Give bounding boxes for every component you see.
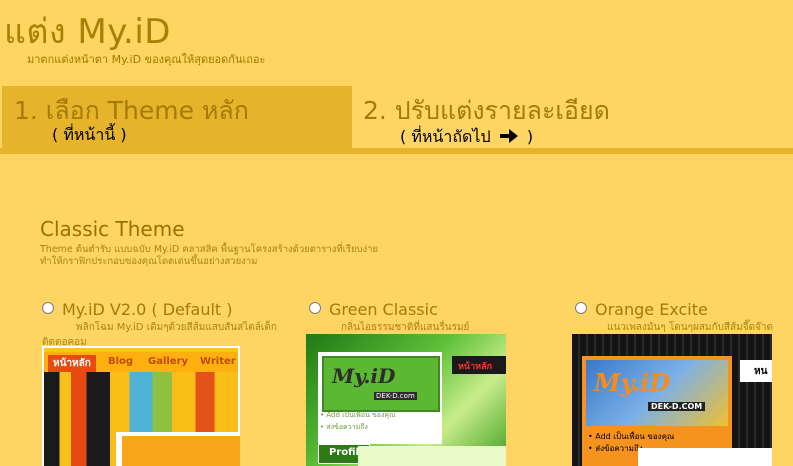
thumbnail-panel-inner — [122, 436, 240, 466]
step-1-subtitle: ( ที่หน้านี้ ) — [52, 125, 127, 144]
step-1: 1. เลือก Theme หลัก ( ที่หน้านี้ ) — [2, 86, 352, 154]
theme-desc-green-classic: กลิ่นไอธรรมชาติที่แสนรื่นรมย์ — [341, 322, 470, 333]
thumbnail-nav-writer: Writer — [200, 356, 236, 367]
theme-desc-orange-excite: แนวเพลงมันๆ โดนๆผสมกับสีส้มจี๊ดจ๊าด — [607, 322, 774, 333]
thumbnail-logo-sub: DEK-D.com — [374, 392, 417, 400]
theme-thumbnail-green-classic[interactable]: My.iD DEK-D.com หน้าหลัก • Add เป็นเพื่อ… — [306, 334, 506, 466]
thumbnail-bottom-panel — [638, 448, 772, 466]
thumbnail-nav-gallery: Gallery — [148, 356, 189, 367]
thumbnail-mini-header-text: หน้าหลัก — [458, 362, 493, 372]
thumbnail-logo-sub: DEK-D.COM — [648, 402, 706, 411]
thumbnail-link-1: • Add เป็นเพื่อน ของคุณ — [320, 411, 396, 419]
thumbnail-link-2: • ส่งข้อความถึง — [320, 423, 368, 431]
theme-radio-default[interactable] — [42, 302, 54, 314]
theme-thumbnail-default[interactable]: หน้าหลัก Blog Gallery Writer — [42, 346, 240, 466]
thumbnail-logo-box: My.iD DEK-D.com — [322, 356, 440, 412]
step-2-subtitle-text: ( ที่หน้าถัดไป — [400, 127, 491, 146]
thumbnail-logo: My.iD — [594, 368, 671, 397]
thumbnail-mini-header-text: หน — [754, 366, 768, 377]
theme-name-green-classic[interactable]: Green Classic — [329, 300, 438, 319]
thumbnail-panel — [116, 432, 240, 466]
theme-radio-orange-excite[interactable] — [575, 302, 587, 314]
section-description: Theme ต้นตำรับ แบบฉบับ My.iD คลาสสิค พื้… — [40, 244, 460, 268]
thumbnail-link-2: • ส่งข้อความถึง — [588, 444, 643, 453]
theme-thumbnail-orange-excite[interactable]: My.iD DEK-D.COM หน • Add เป็นเพื่อน ของค… — [572, 334, 772, 466]
thumbnail-nav: หน้าหลัก Blog Gallery Writer — [44, 352, 238, 372]
section-description-line-1: Theme ต้นตำรับ แบบฉบับ My.iD คลาสสิค พื้… — [40, 244, 379, 255]
section-description-line-2: ทำให้กราฟิกประกอบของคุณโดดเด่นขึ้นอย่างส… — [40, 256, 258, 267]
thumbnail-profile-text: Profil — [329, 447, 359, 458]
theme-radio-green-classic[interactable] — [309, 302, 321, 314]
step-2-subtitle[interactable]: ( ที่หน้าถัดไป ) — [400, 125, 533, 150]
step-2-subtitle-close: ) — [526, 127, 534, 146]
thumbnail-logo-box: My.iD DEK-D.COM — [586, 360, 728, 426]
thumbnail-bottom-panel — [358, 446, 506, 466]
thumbnail-nav-blog: Blog — [108, 356, 134, 367]
thumbnail-nav-home: หน้าหลัก — [48, 355, 96, 372]
arrow-right-icon — [499, 129, 518, 143]
theme-desc-default-1: พลิกโฉม My.iD เดิมๆด้วยสีส้มแสบสันสไตล์เ… — [76, 322, 277, 333]
theme-name-orange-excite[interactable]: Orange Excite — [595, 300, 708, 319]
thumbnail-mini-header: หน้าหลัก — [452, 356, 506, 374]
page-subtitle: มาตกแต่งหน้าตา My.iD ของคุณให้สุดยอดกันเ… — [27, 53, 266, 66]
steps-bar: 1. เลือก Theme หลัก ( ที่หน้านี้ ) 2. ปร… — [0, 86, 793, 154]
step-2[interactable]: 2. ปรับแต่งรายละเอียด ( ที่หน้าถัดไป ) — [352, 86, 793, 148]
thumbnail-mini-header: หน — [740, 360, 772, 382]
thumbnail-logo: My.iD — [332, 364, 396, 388]
theme-name-default[interactable]: My.iD V2.0 ( Default ) — [62, 300, 233, 319]
step-1-title: 1. เลือก Theme หลัก — [14, 96, 249, 125]
section-title: Classic Theme — [40, 217, 185, 241]
